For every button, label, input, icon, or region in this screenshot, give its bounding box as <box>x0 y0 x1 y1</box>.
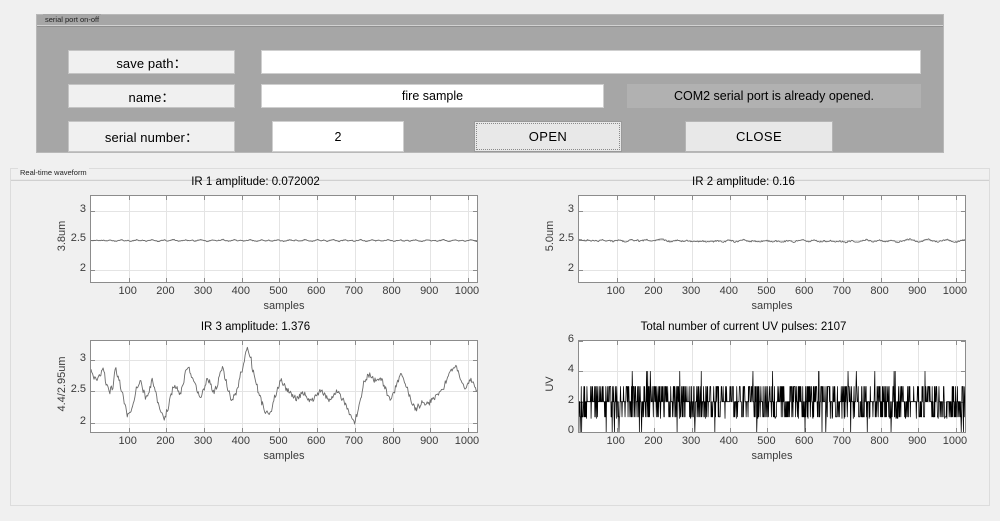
x-tick-label: 600 <box>794 435 814 447</box>
name-label: name： <box>68 84 235 108</box>
x-tick-label: 200 <box>644 435 663 447</box>
application-window: serial port on-off save path： name： fire… <box>0 0 1000 521</box>
chart-ir1-title: IR 1 amplitude: 0.072002 <box>191 176 320 188</box>
chart-uv-title: Total number of current UV pulses: 2107 <box>640 321 847 333</box>
serial-port-panel: serial port on-off save path： name： fire… <box>36 14 944 153</box>
y-tick-label: 3 <box>567 202 574 215</box>
x-tick-label: 600 <box>306 285 326 297</box>
x-tick-label: 500 <box>269 435 288 447</box>
chart-ir1-plot <box>90 195 478 283</box>
chart-uv: Total number of current UV pulses: 2107 … <box>521 321 967 466</box>
y-tick-label: 3 <box>79 202 86 215</box>
chart-ir3-xlabel: samples <box>263 450 305 462</box>
y-tick-label: 2.5 <box>70 232 86 245</box>
chart-uv-xlabel: samples <box>751 450 793 462</box>
y-tick-label: 3 <box>79 351 86 364</box>
realtime-waveform-panel: Real-time waveform IR 1 amplitude: 0.072… <box>10 167 990 506</box>
serial-number-label: serial number： <box>68 121 235 152</box>
x-tick-label: 900 <box>908 285 927 297</box>
x-tick-label: 500 <box>757 435 776 447</box>
serial-port-panel-title: serial port on-off <box>43 14 102 25</box>
x-tick-label: 400 <box>719 435 738 447</box>
chart-ir2: IR 2 amplitude: 0.16 5.0um samples 2 2.5 3… <box>521 176 967 316</box>
x-tick-label: 800 <box>870 285 889 297</box>
x-tick-label: 100 <box>606 285 625 297</box>
name-input[interactable]: fire sample <box>261 84 604 108</box>
x-tick-label: 300 <box>193 435 213 447</box>
y-tick-label: 2 <box>79 414 86 427</box>
x-tick-label: 800 <box>382 285 401 297</box>
x-tick-label: 1000 <box>454 285 480 297</box>
x-tick-label: 200 <box>156 435 175 447</box>
chart-ir1-xlabel: samples <box>263 300 305 312</box>
serial-port-panel-divider <box>37 25 943 27</box>
serial-port-panel-header: serial port on-off <box>37 14 943 27</box>
chart-ir2-xlabel: samples <box>751 300 793 312</box>
y-tick-label: 4 <box>567 363 574 376</box>
y-tick-label: 0 <box>567 424 574 436</box>
chart-ir2-title: IR 2 amplitude: 0.16 <box>692 176 795 188</box>
x-tick-label: 400 <box>231 285 250 297</box>
x-tick-label: 1000 <box>942 285 968 297</box>
close-button[interactable]: CLOSE <box>685 121 833 152</box>
x-tick-label: 600 <box>306 435 326 447</box>
x-tick-label: 1000 <box>454 435 480 447</box>
chart-ir1: IR 1 amplitude: 0.072002 3.8um samples 2… <box>33 176 479 316</box>
x-tick-label: 900 <box>420 285 439 297</box>
y-tick-label: 2.5 <box>558 232 574 245</box>
serial-status-message: COM2 serial port is already opened. <box>627 84 921 108</box>
x-tick-label: 400 <box>231 435 250 447</box>
open-button[interactable]: OPEN <box>474 121 622 152</box>
x-tick-label: 900 <box>420 435 439 447</box>
chart-ir3: IR 3 amplitude: 1.376 4.4/2.95um samples… <box>33 321 479 466</box>
y-tick-label: 2 <box>567 262 574 275</box>
x-tick-label: 300 <box>681 435 701 447</box>
x-tick-label: 600 <box>794 285 814 297</box>
x-tick-label: 700 <box>832 435 852 447</box>
x-tick-label: 400 <box>719 285 738 297</box>
save-path-input[interactable] <box>261 50 921 74</box>
x-tick-label: 700 <box>344 285 364 297</box>
x-tick-label: 700 <box>832 285 852 297</box>
serial-number-input[interactable]: 2 <box>272 121 404 152</box>
x-tick-label: 500 <box>757 285 776 297</box>
chart-ir2-plot <box>578 195 966 283</box>
chart-uv-plot <box>578 340 966 433</box>
x-tick-label: 1000 <box>942 435 968 447</box>
y-tick-label: 2 <box>79 262 86 275</box>
x-tick-label: 300 <box>681 285 701 297</box>
x-tick-label: 200 <box>156 285 175 297</box>
chart-uv-ylabel: UV <box>544 375 556 392</box>
y-tick-label: 6 <box>567 333 574 345</box>
chart-ir3-plot <box>90 340 478 433</box>
x-tick-label: 800 <box>382 435 401 447</box>
x-tick-label: 700 <box>344 435 364 447</box>
x-tick-label: 200 <box>644 285 663 297</box>
chart-ir3-title: IR 3 amplitude: 1.376 <box>200 321 311 333</box>
save-path-label: save path： <box>68 50 235 74</box>
x-tick-label: 100 <box>118 435 137 447</box>
x-tick-label: 100 <box>606 435 625 447</box>
x-tick-label: 500 <box>269 285 288 297</box>
x-tick-label: 900 <box>908 435 927 447</box>
x-tick-label: 800 <box>870 435 889 447</box>
x-tick-label: 300 <box>193 285 213 297</box>
x-tick-label: 100 <box>118 285 137 297</box>
y-tick-label: 2 <box>567 393 574 406</box>
y-tick-label: 2.5 <box>70 383 86 396</box>
